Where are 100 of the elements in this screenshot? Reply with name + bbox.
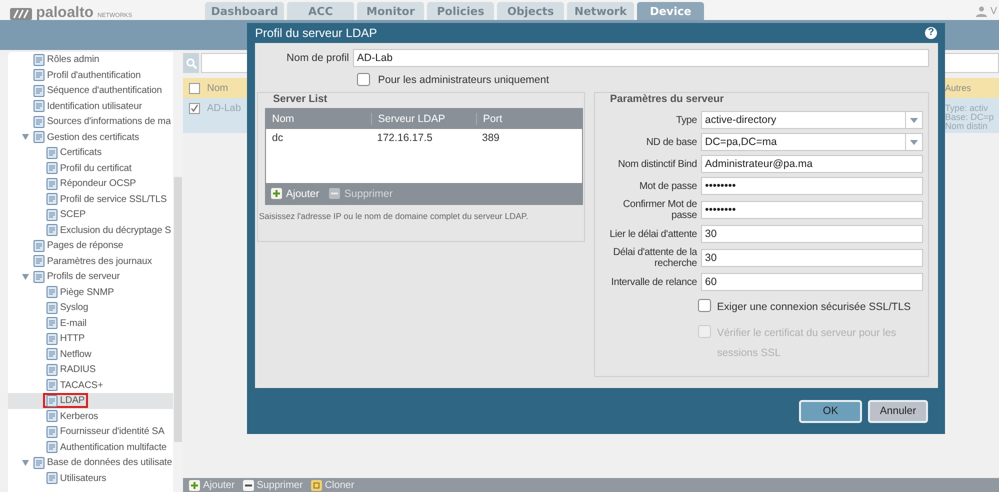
document-icon [46, 364, 58, 376]
input-field[interactable]: 30 [701, 225, 924, 243]
document-icon [33, 456, 45, 469]
tree-item[interactable]: Profils de serveur [30, 269, 123, 284]
tree-item[interactable]: Séquence d'authentification [30, 83, 165, 98]
logo-wordmark: paloalto [36, 6, 94, 20]
document-icon [46, 348, 58, 360]
tree-item[interactable]: Base de données des utilisate [30, 455, 176, 470]
dropdown-arrow-icon [910, 140, 918, 144]
field-label: Lier le délai d'attente [608, 228, 698, 240]
user-name: V [990, 6, 997, 16]
dropdown-arrow-icon [910, 118, 918, 122]
tree-item[interactable]: HTTP [43, 331, 88, 346]
tree-item[interactable]: Répondeur OCSP [43, 176, 139, 192]
plus-icon [189, 480, 200, 490]
tree-item[interactable]: Profil du certificat [43, 160, 135, 176]
table-cell-text: Base: DC=p [945, 113, 995, 122]
document-icon [46, 193, 58, 206]
document-icon [46, 302, 58, 314]
tree-item[interactable]: Piège SNMP [43, 284, 117, 300]
input-field[interactable]: 30 [701, 249, 924, 267]
table-cell-text: Nom distin [945, 122, 988, 131]
expand-arrow-icon[interactable] [22, 274, 28, 280]
checkbox[interactable] [357, 73, 370, 86]
tree-item[interactable]: Certificats [43, 145, 105, 160]
tree-item[interactable]: E-mail [43, 316, 90, 331]
document-icon [46, 472, 58, 484]
table-cell: AD-Lab [207, 103, 241, 114]
field-label: Intervalle de relance [610, 276, 698, 288]
tree-item[interactable]: Exclusion du décryptage S [43, 222, 174, 238]
checkbox[interactable] [188, 103, 200, 114]
tree-item[interactable]: LDAP [43, 393, 88, 408]
tree-item[interactable]: Paramètres des journaux [30, 254, 155, 269]
search-button[interactable] [183, 53, 199, 73]
document-icon [33, 131, 45, 144]
document-icon [33, 100, 45, 112]
tree-item[interactable]: Identification utilisateur [30, 98, 145, 114]
password-field[interactable]: •••••••• [701, 177, 924, 195]
checkbox-label: Pour les administrateurs uniquement [378, 74, 550, 86]
document-icon [33, 240, 45, 252]
field-label: Confirmer Mot de passe [622, 199, 698, 221]
document-icon [46, 162, 58, 174]
column-header: Port [476, 113, 582, 125]
checkbox[interactable] [698, 299, 712, 312]
checkbox-label: Exiger une connexion sécurisée SSL/TLS [717, 300, 912, 315]
field-label: Nom de profil [286, 52, 349, 64]
table-cell-text: Type: activ [945, 104, 990, 113]
tree-item[interactable]: Pages de réponse [30, 238, 126, 254]
document-icon [46, 208, 58, 221]
tree-item[interactable]: Sources d'informations de ma [30, 114, 174, 130]
tree-item[interactable]: Fournisseur d'identité SA [43, 424, 168, 440]
document-icon [33, 54, 45, 66]
input-field[interactable]: Administrateur@pa.ma [701, 155, 924, 173]
tree-item[interactable]: Rôles admin [30, 52, 102, 68]
expand-arrow-icon[interactable] [22, 134, 28, 140]
column-header: Autres [945, 82, 972, 92]
tree-item[interactable]: TACACS+ [43, 378, 106, 393]
dialog-title: Profil du serveur LDAP [255, 26, 378, 40]
tree-item[interactable]: Kerberos [43, 408, 102, 424]
field-label: Délai d'attente de la recherche [612, 247, 698, 269]
document-icon [46, 426, 58, 438]
dropdown[interactable]: DC=pa,DC=ma [701, 133, 924, 151]
document-icon [46, 178, 58, 190]
tree-item[interactable]: Profil de service SSL/TLS [43, 192, 170, 207]
document-icon [33, 84, 45, 97]
tree-item[interactable]: Netflow [43, 346, 94, 362]
document-icon [46, 286, 58, 298]
document-icon [46, 379, 58, 392]
tree-item[interactable]: SCEP [43, 207, 89, 222]
expand-arrow-icon[interactable] [22, 460, 28, 466]
help-button[interactable]: ? [925, 27, 937, 39]
table-cell-text: 172.16.17.5 [376, 132, 434, 144]
document-icon [33, 270, 45, 283]
document-icon [33, 116, 45, 128]
tree-item[interactable]: RADIUS [43, 362, 99, 378]
hint-text: Saisissez l'adresse IP ou le nom de domaine complet du serveur LDAP. [259, 211, 530, 221]
field-label: Mot de passe [638, 180, 698, 192]
tree-item[interactable]: Syslog [43, 300, 92, 316]
document-icon [46, 441, 58, 454]
tree-item[interactable]: Utilisateurs [43, 470, 110, 486]
document-icon [46, 146, 58, 159]
column-header: Serveur LDAP [371, 113, 476, 125]
field-label: Nom distinctif Bind [617, 158, 698, 170]
plus-icon [271, 188, 282, 199]
field-label: ND de base [645, 136, 698, 148]
password-field[interactable]: •••••••• [701, 201, 924, 219]
table-cell-text: dc [271, 132, 284, 144]
tree-item[interactable]: Profil d'authentification [30, 68, 144, 83]
checkbox[interactable] [188, 82, 200, 94]
ok-button[interactable]: OK [799, 400, 862, 422]
cancel-button[interactable]: Annuler [868, 400, 928, 422]
tree-item[interactable]: Gestion des certificats [30, 130, 142, 145]
group-title: Server List [270, 93, 330, 105]
input-field[interactable]: AD-Lab [353, 49, 929, 67]
user-icon [976, 6, 988, 16]
input-field[interactable]: 60 [701, 273, 924, 291]
tree-item[interactable]: Authentification multifacte [43, 440, 170, 455]
copy-icon [310, 480, 322, 490]
dropdown[interactable]: active-directory [701, 111, 924, 129]
document-icon [46, 224, 58, 236]
